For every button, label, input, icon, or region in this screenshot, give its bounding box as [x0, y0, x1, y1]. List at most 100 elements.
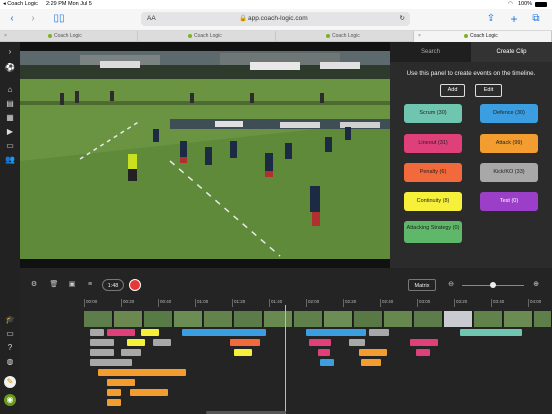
event-bar-attack[interactable]: [107, 389, 121, 396]
close-tab-icon[interactable]: ×: [4, 31, 7, 42]
playhead[interactable]: [285, 305, 286, 414]
code-button-kick-ko[interactable]: Kick/KO (33): [480, 163, 538, 182]
event-bar-kick[interactable]: [349, 339, 365, 346]
tabs-overview-icon[interactable]: ⧉: [530, 12, 542, 26]
globe-icon[interactable]: ◍: [4, 356, 16, 368]
code-button-lineout[interactable]: Lineout (31): [404, 134, 462, 153]
browser-tab[interactable]: × Coach Logic: [0, 31, 138, 42]
code-button-scrum[interactable]: Scrum (30): [404, 104, 462, 123]
back-app-label[interactable]: ◂ Coach Logic: [3, 1, 38, 7]
event-bar-kick[interactable]: [369, 329, 389, 336]
code-button-attack[interactable]: Attack (99): [480, 134, 538, 153]
new-tab-icon[interactable]: +: [508, 12, 520, 26]
thumbnail-strip[interactable]: [84, 311, 552, 327]
event-bar-attack[interactable]: [107, 379, 135, 386]
event-bar-lineout[interactable]: [318, 349, 330, 356]
calendar-icon[interactable]: ▦: [4, 112, 16, 124]
tick-label: 01:00: [195, 299, 208, 307]
team-icon[interactable]: 👥: [4, 154, 16, 166]
expand-chevron-icon[interactable]: ›: [4, 46, 16, 58]
event-bar-kick[interactable]: [90, 349, 114, 356]
thumbnail: [234, 311, 263, 327]
event-bar-defence[interactable]: [182, 329, 266, 336]
save-icon[interactable]: ▣: [66, 279, 78, 291]
code-button-penalty[interactable]: Penalty (6): [404, 163, 462, 182]
tab-create-clip[interactable]: Create Clip: [471, 42, 552, 62]
video-player[interactable]: [20, 42, 390, 268]
browser-tab[interactable]: Coach Logic: [276, 31, 414, 42]
event-bar-penalty[interactable]: [230, 339, 260, 346]
timeline: ⚙ 🗑 ▣ ≡ 1:48 Matrix ⊖ ⊕ 00:00 00:20 00:4…: [20, 268, 552, 414]
event-bar-lineout[interactable]: [309, 339, 331, 346]
thumbnail: [414, 311, 443, 327]
thumbnail: [354, 311, 383, 327]
event-bar-continuity[interactable]: [127, 339, 145, 346]
battery-icon: [535, 2, 547, 7]
event-bar-kick[interactable]: [90, 329, 104, 336]
forward-icon[interactable]: ›: [27, 12, 39, 26]
edit-button[interactable]: Edit: [475, 84, 502, 97]
event-bar-scrum[interactable]: [460, 329, 522, 336]
time-ruler[interactable]: 00:00 00:20 00:40 01:00 01:20 01:40 02:0…: [84, 299, 552, 307]
address-bar[interactable]: AA 🔒 app.coach-logic.com ↻: [141, 12, 410, 26]
event-bar-attack[interactable]: [130, 389, 168, 396]
share-icon[interactable]: ⇪: [485, 12, 497, 26]
graduation-icon[interactable]: 🎓: [4, 314, 16, 326]
tick-label: 02:40: [380, 299, 393, 307]
code-button-attacking-strategy[interactable]: Attacking Strategy (0): [404, 221, 462, 243]
settings-gear-icon[interactable]: ⚙: [28, 279, 40, 291]
event-bar-defence[interactable]: [306, 329, 366, 336]
event-bar-attack[interactable]: [361, 359, 381, 366]
thumbnail: [294, 311, 323, 327]
event-bar-continuity[interactable]: [141, 329, 159, 336]
tick-label: 00:40: [158, 299, 171, 307]
url-text: app.coach-logic.com: [248, 15, 308, 22]
document-icon[interactable]: ▭: [4, 140, 16, 152]
close-tab-icon[interactable]: ×: [418, 31, 421, 42]
code-button-test[interactable]: Test (0): [480, 192, 538, 211]
matrix-button[interactable]: Matrix: [408, 279, 436, 291]
event-bar-attack[interactable]: [98, 369, 186, 376]
back-icon[interactable]: ‹: [6, 12, 18, 26]
event-bar-lineout[interactable]: [410, 339, 438, 346]
zoom-slider-thumb[interactable]: [490, 282, 496, 288]
reader-aa-button[interactable]: AA: [147, 12, 156, 26]
event-bar-lineout[interactable]: [416, 349, 430, 356]
reload-icon[interactable]: ↻: [400, 12, 405, 26]
browser-tab[interactable]: Coach Logic: [138, 31, 276, 42]
status-time: 2:29 PM: [46, 1, 67, 7]
tab-search[interactable]: Search: [390, 42, 471, 62]
help-icon[interactable]: ?: [4, 342, 16, 354]
messages-icon[interactable]: ▤: [4, 98, 16, 110]
ball-icon[interactable]: ⚽: [4, 62, 16, 74]
code-button-continuity[interactable]: Continuity (8): [404, 192, 462, 211]
event-bar-continuity[interactable]: [234, 349, 252, 356]
event-bar-kick[interactable]: [121, 349, 141, 356]
match-video-frame[interactable]: [20, 51, 390, 259]
event-bar-attack[interactable]: [107, 399, 121, 406]
pencil-icon[interactable]: ✎: [4, 376, 16, 388]
thumbnail: [174, 311, 203, 327]
zoom-in-icon[interactable]: ⊕: [530, 279, 542, 291]
playlist-icon[interactable]: ≡: [84, 279, 96, 291]
sidebar-toggle-icon[interactable]: ▯▯: [52, 12, 66, 26]
home-icon[interactable]: ⌂: [4, 84, 16, 96]
event-bar-defence[interactable]: [320, 359, 334, 366]
zoom-out-icon[interactable]: ⊖: [445, 279, 457, 291]
event-bar-kick[interactable]: [153, 339, 171, 346]
event-bar-kick[interactable]: [90, 359, 132, 366]
delete-trash-icon[interactable]: 🗑: [48, 279, 60, 291]
event-bar-lineout[interactable]: [107, 329, 135, 336]
code-button-defence[interactable]: Defence (30): [480, 104, 538, 123]
add-button[interactable]: Add: [440, 84, 465, 97]
browser-tab-active[interactable]: × Coach Logic: [414, 31, 552, 42]
event-bar-kick[interactable]: [90, 339, 114, 346]
coach-logic-logo-icon[interactable]: ◉: [4, 394, 16, 406]
event-bar-attack[interactable]: [359, 349, 387, 356]
record-button[interactable]: [129, 279, 141, 291]
tick-label: 01:20: [232, 299, 245, 307]
video-icon[interactable]: ▶: [4, 126, 16, 138]
chat-icon[interactable]: ▭: [4, 328, 16, 340]
speed-button[interactable]: 1:48: [102, 279, 124, 291]
coach-logic-favicon-icon: [48, 33, 52, 38]
